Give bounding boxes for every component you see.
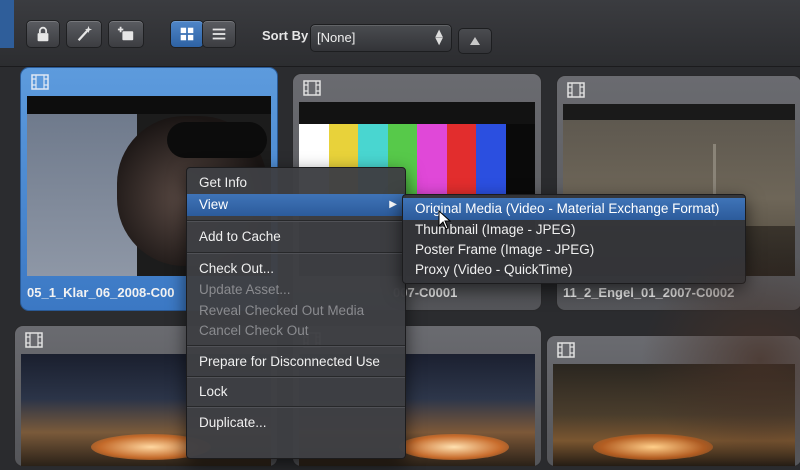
color-bar xyxy=(446,124,476,204)
menu-separator xyxy=(187,252,405,254)
menu-item-label: Add to Cache xyxy=(199,229,281,244)
menu-item-lock[interactable]: Lock xyxy=(187,381,405,403)
magic-wand-button[interactable] xyxy=(66,20,102,48)
list-view-icon xyxy=(212,28,226,40)
sort-by-select[interactable]: [None] ▲ ▼ xyxy=(310,24,452,52)
submenu-item-label: Poster Frame (Image - JPEG) xyxy=(415,242,595,257)
magic-wand-icon xyxy=(77,25,93,42)
menu-item-label: Reveal Checked Out Media xyxy=(199,303,365,318)
triangle-up-icon xyxy=(470,37,480,45)
foreground-blur xyxy=(640,250,800,470)
film-strip-icon xyxy=(303,80,321,96)
add-to-folder-button[interactable] xyxy=(108,20,144,48)
submenu-arrow-icon: ▶ xyxy=(389,199,397,210)
menu-item-label: Check Out... xyxy=(199,261,275,276)
submenu-item-label: Original Media (Video - Material Exchang… xyxy=(415,201,720,216)
list-view-button[interactable] xyxy=(202,20,236,48)
menu-separator xyxy=(187,220,405,222)
submenu-item-label: Proxy (Video - QuickTime) xyxy=(415,262,573,277)
color-bar xyxy=(505,124,535,204)
submenu-item-original-media[interactable]: Original Media (Video - Material Exchang… xyxy=(403,198,745,220)
menu-item-add-to-cache[interactable]: Add to Cache xyxy=(187,226,405,248)
toolbar: Sort By [None] ▲ ▼ xyxy=(0,0,800,67)
grid-view-icon xyxy=(180,27,194,41)
menu-item-prepare-disconnected-use[interactable]: Prepare for Disconnected Use xyxy=(187,351,405,373)
menu-item-label: Get Info xyxy=(199,175,248,190)
menu-item-get-info[interactable]: Get Info xyxy=(187,172,405,194)
film-strip-icon xyxy=(557,342,575,358)
menu-item-label: View xyxy=(199,197,229,212)
submenu-item-thumbnail[interactable]: Thumbnail (Image - JPEG) xyxy=(403,219,745,241)
film-strip-icon xyxy=(567,82,585,98)
menu-item-cancel-check-out: Cancel Check Out xyxy=(187,320,405,342)
menu-item-label: Cancel Check Out xyxy=(199,323,309,338)
film-strip-icon xyxy=(25,332,43,348)
menu-item-label: Prepare for Disconnected Use xyxy=(199,354,380,369)
lock-button[interactable] xyxy=(26,20,60,48)
asset-label: 05_1_Klar_06_2008-C00 xyxy=(27,285,175,300)
menu-item-label: Duplicate... xyxy=(199,415,267,430)
menu-item-check-out[interactable]: Check Out... xyxy=(187,258,405,280)
add-to-folder-icon xyxy=(117,26,134,41)
film-strip-icon xyxy=(31,74,49,90)
menu-item-duplicate[interactable]: Duplicate... xyxy=(187,412,405,434)
color-bar xyxy=(417,124,447,204)
sort-by-label: Sort By xyxy=(262,28,309,43)
menu-item-update-asset: Update Asset... xyxy=(187,279,405,301)
menu-item-label: Update Asset... xyxy=(199,282,291,297)
sort-direction-button[interactable] xyxy=(458,28,492,54)
context-menu: Get Info View ▶ Add to Cache Check Out...… xyxy=(186,167,406,459)
select-arrows-icon: ▲ ▼ xyxy=(435,28,443,47)
grid-view-button[interactable] xyxy=(170,20,204,48)
menu-separator xyxy=(187,406,405,408)
menu-item-reveal-checked-out-media: Reveal Checked Out Media xyxy=(187,300,405,322)
menu-separator xyxy=(187,376,405,378)
sort-by-value: [None] xyxy=(317,30,356,45)
color-bar xyxy=(476,124,506,204)
mouse-pointer-icon xyxy=(438,210,452,230)
lock-icon xyxy=(37,26,49,42)
sidebar-edge xyxy=(0,0,14,48)
menu-item-view[interactable]: View ▶ xyxy=(187,194,405,216)
menu-item-label: Lock xyxy=(199,384,228,399)
menu-separator xyxy=(187,345,405,347)
